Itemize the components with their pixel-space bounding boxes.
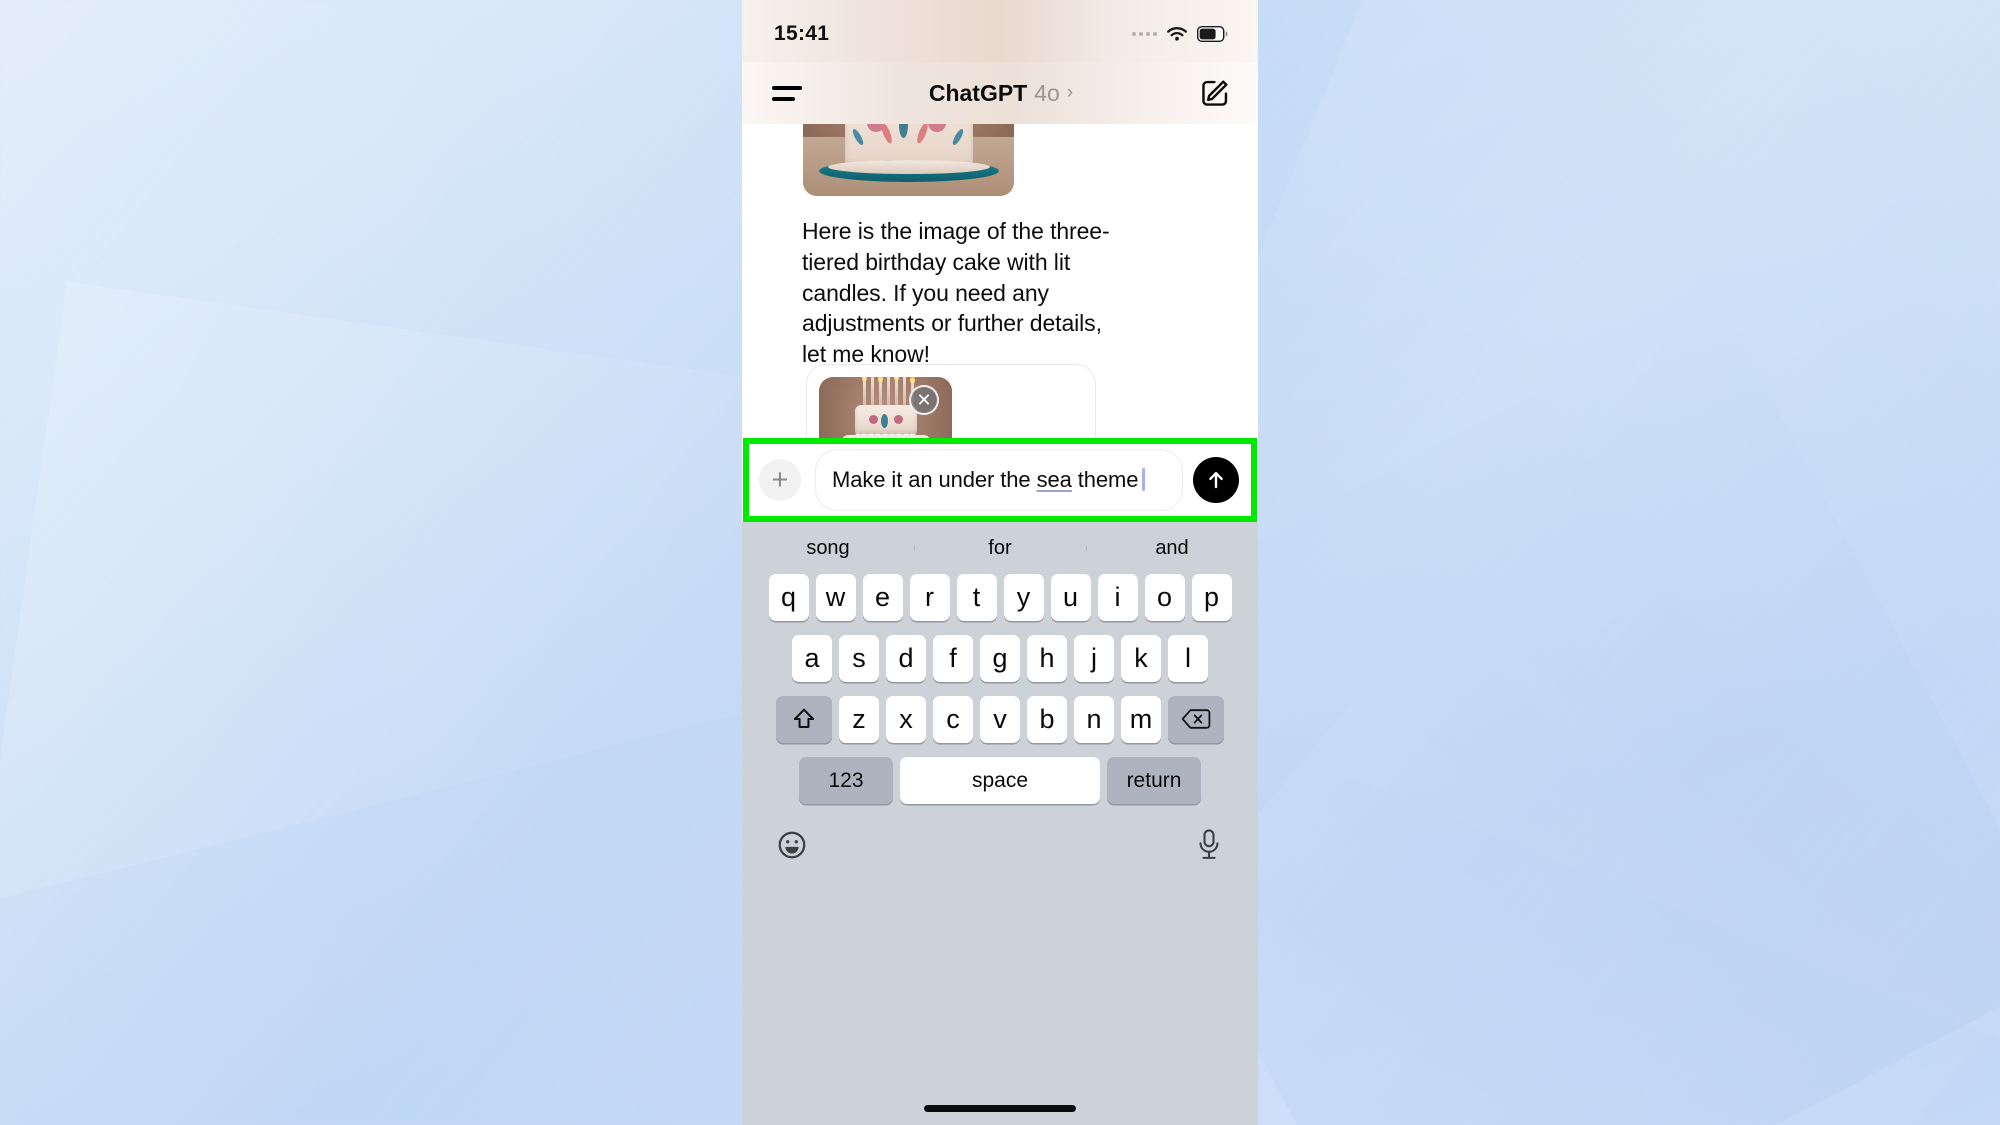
key-y[interactable]: y bbox=[1003, 574, 1044, 621]
key-l[interactable]: l bbox=[1168, 635, 1208, 682]
conversation-area[interactable]: Here is the image of the three-tiered bi… bbox=[742, 124, 1258, 464]
phone-screen: 15:41 ChatGPT 4o › Here is the image of … bbox=[742, 0, 1258, 1125]
key-v[interactable]: v bbox=[980, 696, 1020, 743]
key-w[interactable]: w bbox=[815, 574, 856, 621]
battery-icon bbox=[1197, 26, 1228, 42]
text-caret bbox=[1142, 468, 1146, 492]
on-screen-keyboard: song for and q w e r t y u i o p a s d f… bbox=[742, 522, 1258, 1125]
key-d[interactable]: d bbox=[886, 635, 926, 682]
key-j[interactable]: j bbox=[1074, 635, 1114, 682]
compose-new-chat-icon[interactable] bbox=[1200, 78, 1230, 108]
add-attachment-button[interactable]: + bbox=[759, 459, 801, 501]
cake-illustration bbox=[803, 124, 1014, 196]
numeric-key[interactable]: 123 bbox=[799, 757, 893, 804]
suggestion-2[interactable]: and bbox=[1086, 537, 1258, 560]
input-text-misspelled-word: sea bbox=[1036, 467, 1072, 493]
key-r[interactable]: r bbox=[909, 574, 950, 621]
key-h[interactable]: h bbox=[1027, 635, 1067, 682]
keyboard-row-4: 123 space return bbox=[742, 757, 1258, 804]
wifi-icon bbox=[1165, 25, 1189, 43]
assistant-message-text: Here is the image of the three-tiered bi… bbox=[802, 218, 1110, 368]
status-clock: 15:41 bbox=[774, 22, 830, 45]
key-x[interactable]: x bbox=[886, 696, 926, 743]
composer-highlight-box: + Make it an under the sea theme bbox=[743, 438, 1257, 522]
key-u[interactable]: u bbox=[1050, 574, 1091, 621]
key-e[interactable]: e bbox=[862, 574, 903, 621]
key-o[interactable]: o bbox=[1144, 574, 1185, 621]
key-p[interactable]: p bbox=[1191, 574, 1232, 621]
key-k[interactable]: k bbox=[1121, 635, 1161, 682]
chat-title-button[interactable]: ChatGPT 4o › bbox=[929, 80, 1073, 107]
space-key[interactable]: space bbox=[900, 757, 1100, 804]
suggestion-1[interactable]: for bbox=[914, 537, 1086, 560]
backspace-key-icon[interactable] bbox=[1168, 696, 1224, 743]
key-i[interactable]: i bbox=[1097, 574, 1138, 621]
key-n[interactable]: n bbox=[1074, 696, 1114, 743]
key-q[interactable]: q bbox=[768, 574, 809, 621]
predictive-text-bar: song for and bbox=[742, 522, 1258, 574]
return-key[interactable]: return bbox=[1107, 757, 1201, 804]
chevron-right-icon: › bbox=[1066, 82, 1074, 103]
microphone-icon[interactable] bbox=[1194, 828, 1224, 862]
home-indicator bbox=[924, 1105, 1076, 1112]
status-bar: 15:41 bbox=[742, 0, 1258, 62]
key-a[interactable]: a bbox=[792, 635, 832, 682]
key-t[interactable]: t bbox=[956, 574, 997, 621]
key-f[interactable]: f bbox=[933, 635, 973, 682]
keyboard-row-2: a s d f g h j k l bbox=[742, 635, 1258, 682]
input-text-part2: theme bbox=[1071, 467, 1139, 493]
key-z[interactable]: z bbox=[839, 696, 879, 743]
hamburger-menu-icon[interactable] bbox=[772, 85, 802, 101]
signal-dots-icon bbox=[1132, 32, 1157, 36]
navigation-bar: ChatGPT 4o › bbox=[742, 62, 1258, 124]
key-s[interactable]: s bbox=[839, 635, 879, 682]
keyboard-bottom-row bbox=[742, 818, 1258, 862]
remove-attachment-button[interactable]: ✕ bbox=[909, 385, 939, 415]
message-composer: + Make it an under the sea theme bbox=[749, 444, 1251, 516]
model-label: 4o bbox=[1034, 79, 1060, 106]
emoji-icon[interactable] bbox=[776, 829, 808, 861]
page-title: ChatGPT bbox=[928, 79, 1028, 106]
input-text-part1: Make it an under the bbox=[832, 467, 1037, 493]
assistant-generated-image[interactable] bbox=[803, 124, 1014, 196]
key-b[interactable]: b bbox=[1027, 696, 1067, 743]
key-c[interactable]: c bbox=[933, 696, 973, 743]
key-g[interactable]: g bbox=[980, 635, 1020, 682]
suggestion-0[interactable]: song bbox=[742, 537, 914, 560]
key-m[interactable]: m bbox=[1121, 696, 1161, 743]
message-input[interactable]: Make it an under the sea theme bbox=[815, 449, 1183, 511]
send-arrow-up-icon bbox=[1209, 472, 1223, 489]
keyboard-row-3: z x c v b n m bbox=[742, 696, 1258, 743]
shift-key-icon[interactable] bbox=[776, 696, 832, 743]
keyboard-row-1: q w e r t y u i o p bbox=[742, 574, 1258, 621]
send-message-button[interactable] bbox=[1193, 457, 1239, 503]
